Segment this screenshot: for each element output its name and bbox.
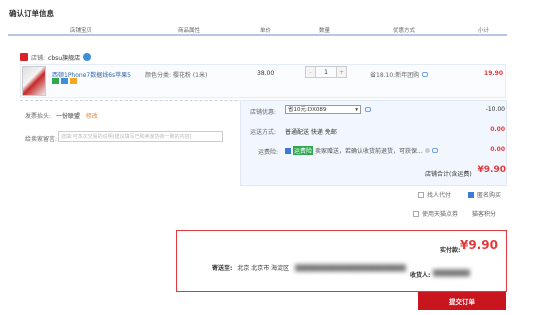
promotion-text: 省18.10:新年团购 xyxy=(370,72,420,79)
insurance-label: 运费险: xyxy=(258,149,279,156)
quantity-stepper[interactable]: - 1 + xyxy=(305,66,347,78)
item-attribute: 颜色分类: 樱花粉 (1米) xyxy=(145,72,208,79)
store-discount-select[interactable]: 省10元:DX089 ▾ xyxy=(285,105,361,114)
promotion: 省18.10:新年团购 xyxy=(370,70,429,79)
store-discount-amount: -10.00 xyxy=(485,106,505,113)
address-blurred: ████████████████████████ xyxy=(295,265,406,272)
invoice-row: 发票抬头: 一份联盟 修改 xyxy=(25,111,98,120)
column-header-price: 单价 xyxy=(260,28,272,34)
item-price: 38.00 xyxy=(257,70,275,77)
receiver-blurred: ████████ xyxy=(433,270,470,277)
insurance-row: 运费险 卖家赠送，若确认收货前退货，可获保... xyxy=(285,146,438,155)
delivery-value: 普通配送 快递 免邮 xyxy=(285,129,337,136)
proxy-pay-option[interactable]: 找人代付 xyxy=(418,190,451,199)
message-label: 给卖家留言: xyxy=(25,136,58,143)
comment-icon[interactable] xyxy=(365,107,371,112)
column-header-subtotal: 小计 xyxy=(478,28,490,34)
tmall-points-option[interactable]: 使用天猫点券 xyxy=(413,209,458,218)
insurance-tag: 运费险 xyxy=(293,146,314,155)
badge-icon xyxy=(52,78,59,84)
shop-icon xyxy=(20,53,28,61)
anonymous-option[interactable]: 匿名购买 xyxy=(468,190,501,199)
column-header-promotion: 优惠方式 xyxy=(393,28,416,34)
ship-to-value: 北京 北京市 海淀区 xyxy=(237,265,290,272)
shop-name-link[interactable]: cbsu旗舰店 xyxy=(48,53,80,62)
chat-icon[interactable] xyxy=(83,53,92,61)
invoice-value: 一份联盟 xyxy=(55,113,80,120)
invoice-edit-link[interactable]: 修改 xyxy=(86,113,98,120)
column-header-attribute: 商品属性 xyxy=(178,28,201,34)
order-summary xyxy=(176,230,507,292)
column-header-item: 店铺宝贝 xyxy=(70,28,93,34)
quantity-input[interactable]: 1 xyxy=(315,67,337,77)
proxy-pay-label: 找人代付 xyxy=(427,192,452,199)
invoice-label: 发票抬头: xyxy=(25,113,52,120)
order-table-header: 店铺宝贝 商品属性 单价 数量 优惠方式 小计 xyxy=(8,22,507,36)
comment-icon[interactable] xyxy=(431,148,438,153)
delivery-label: 运送方式: xyxy=(250,129,277,136)
points-link[interactable]: 猫客积分 xyxy=(472,209,496,218)
quantity-plus-button[interactable]: + xyxy=(337,67,346,77)
item-thumbnail[interactable] xyxy=(22,66,46,96)
anonymous-checkbox[interactable] xyxy=(468,191,474,198)
column-header-quantity: 数量 xyxy=(319,28,331,34)
store-discount-selected: 省10元:DX089 xyxy=(288,107,327,113)
store-total-label: 店铺合计(含运费) xyxy=(425,171,472,178)
quantity-minus-button[interactable]: - xyxy=(306,67,315,77)
store-total-value: ¥9.90 xyxy=(477,165,506,175)
page-title: 确认订单信息 xyxy=(9,9,54,18)
chevron-down-icon: ▾ xyxy=(355,107,358,113)
submit-order-button[interactable]: 提交订单 xyxy=(418,292,506,310)
help-icon[interactable] xyxy=(424,148,430,153)
insurance-amount: 0.00 xyxy=(490,146,505,153)
anonymous-label: 匿名购买 xyxy=(477,192,502,199)
tmall-points-label: 使用天猫点券 xyxy=(422,211,459,218)
shop-row: 店铺: cbsu旗舰店 xyxy=(20,52,92,62)
item-badges xyxy=(52,78,77,84)
paid-label: 实付款: xyxy=(440,247,461,254)
proxy-pay-checkbox[interactable] xyxy=(418,191,424,198)
ship-to-label: 寄送至: xyxy=(212,265,233,272)
comment-icon[interactable] xyxy=(422,72,429,77)
store-discount-label: 店铺优惠: xyxy=(250,109,277,116)
insurance-text: 卖家赠送，若确认收货前退货，可获保... xyxy=(315,148,423,155)
paid-value: ¥9.90 xyxy=(460,238,498,252)
item-subtotal: 19.90 xyxy=(484,70,503,77)
delivery-amount: 0.00 xyxy=(490,126,505,133)
shop-prefix: 店铺: xyxy=(31,54,46,62)
receiver-label: 收货人: xyxy=(410,272,431,279)
insurance-checkbox[interactable] xyxy=(285,147,291,154)
tmall-points-checkbox[interactable] xyxy=(413,210,419,217)
ship-to-row: 寄送至: 北京 北京市 海淀区 ████████████████████████ xyxy=(212,263,406,272)
message-input[interactable]: 选填:可本次交易的说明(建议填写已和卖家协商一致的内容) xyxy=(58,131,223,142)
badge-icon xyxy=(70,78,77,84)
badge-icon xyxy=(61,78,68,84)
